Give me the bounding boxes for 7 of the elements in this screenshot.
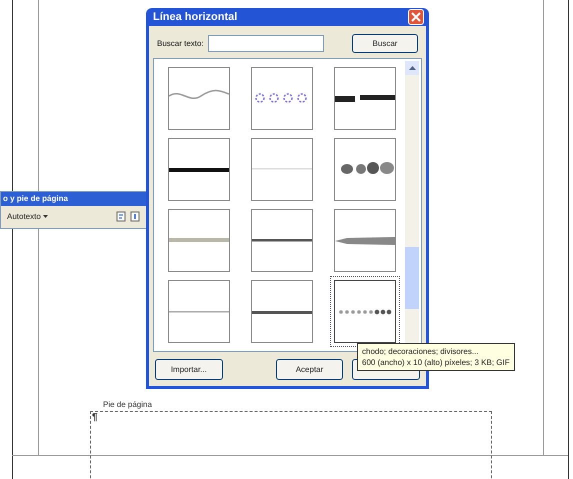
footer-label: Pie de página: [103, 400, 154, 409]
search-label: Buscar texto:: [157, 39, 204, 48]
paragraph-mark: ¶: [92, 412, 98, 423]
tooltip-line: 600 (ancho) x 10 (alto) píxeles; 3 KB; GIF: [362, 357, 510, 368]
tooltip-line: chodo; decoraciones; divisores...: [362, 346, 480, 357]
window-title: Línea horizontal: [153, 11, 238, 23]
toolbar-title: o y pie de página: [1, 192, 146, 206]
